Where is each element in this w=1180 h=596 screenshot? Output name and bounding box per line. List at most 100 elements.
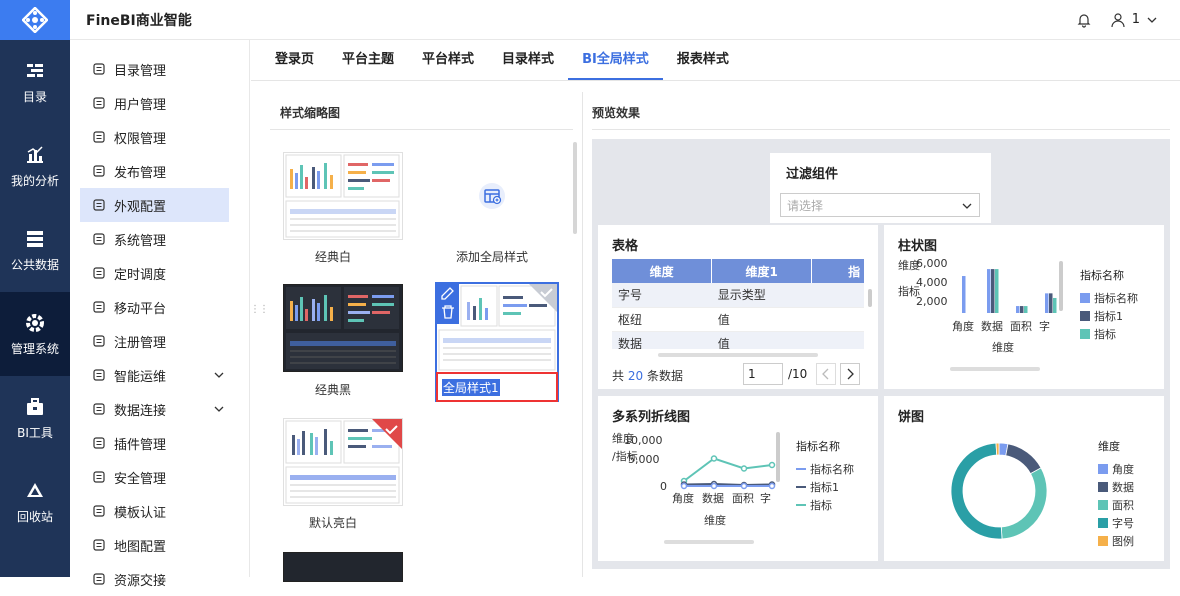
menu-item-label: 系统管理 <box>114 233 167 249</box>
legend-item[interactable]: 指标名称 <box>1080 289 1138 307</box>
rail-item-catalog[interactable]: 目录 <box>0 40 70 124</box>
chevron-down-icon <box>214 372 224 378</box>
y-tick-label: 2,000 <box>916 295 948 308</box>
bar-legend: 指标名称 指标名称 指标1 指标 <box>1080 267 1138 343</box>
template-icon <box>93 505 105 517</box>
tab-3[interactable]: 目录样式 <box>488 40 568 80</box>
y-tick-label: 10,000 <box>624 434 663 447</box>
edit-icon[interactable] <box>441 287 454 300</box>
brand-title: FineBI商业智能 <box>86 12 192 29</box>
style-thumbnails: 样式缩略图 经典白 添加全局样式 经典黑 全局样式1 默认亮白 <box>270 96 573 582</box>
filter-select[interactable]: 请选择 <box>780 193 980 217</box>
thumb-more[interactable] <box>283 552 403 582</box>
ops-icon <box>93 369 105 381</box>
prev-page-button[interactable] <box>816 363 836 385</box>
rail-item-analysis[interactable]: 我的分析 <box>0 124 70 208</box>
thumb-default-white[interactable] <box>283 418 403 506</box>
legend-item[interactable]: 图例 <box>1098 532 1134 550</box>
legend-title: 维度 <box>1098 440 1120 453</box>
tab-1[interactable]: 平台主题 <box>328 40 408 80</box>
menu-item-appearance[interactable]: 外观配置 <box>80 188 229 222</box>
rail-item-gear[interactable]: 管理系统 <box>0 292 70 376</box>
rail-item-toolbox[interactable]: BI工具 <box>0 376 70 460</box>
line-series <box>683 457 773 482</box>
bar-chart-widget: 柱状图 维度 指标 6,000 4,000 2,000 角度 数据 面积字维度 指标名称 指标名… <box>884 225 1164 389</box>
user-menu[interactable]: 1 <box>1110 12 1158 28</box>
menu-item-register[interactable]: 注册管理 <box>80 324 229 358</box>
filter-widget: 过滤组件 请选择 <box>770 153 991 223</box>
rail-item-recycle[interactable]: 回收站 <box>0 460 70 544</box>
x-tick-label: 角度 <box>672 491 694 505</box>
menu-item-mobile[interactable]: 移动平台 <box>80 290 229 324</box>
chevron-down-icon <box>962 203 972 209</box>
line-hscroll[interactable] <box>664 540 754 544</box>
rail-item-label: 公共数据 <box>10 257 59 272</box>
menu-item-label: 数据连接 <box>114 403 167 419</box>
bar <box>962 276 966 313</box>
table-vscroll[interactable] <box>868 289 872 307</box>
table-widget: 表格 维度 维度1 指 字号 显示类型 枢纽值 数据值 共 20 条数据 1 /10 <box>598 225 878 389</box>
menu-item-list[interactable]: 目录管理 <box>80 52 229 86</box>
x-tick-label: 面积 <box>732 492 754 505</box>
delete-icon[interactable] <box>442 305 454 319</box>
menu-item-timer[interactable]: 定时调度 <box>80 256 229 290</box>
menu-item-link[interactable]: 数据连接 <box>80 392 229 426</box>
add-global-style-button[interactable] <box>422 152 562 240</box>
legend-item[interactable]: 指标 <box>1080 325 1138 343</box>
legend-item[interactable]: 指标1 <box>1080 307 1138 325</box>
line-series <box>683 482 773 487</box>
menu-item-label: 目录管理 <box>114 63 167 79</box>
pie-slice <box>1000 467 1048 540</box>
public-data-icon <box>27 230 43 247</box>
style-tabs: 登录页 平台主题 平台样式 目录样式 BI全局样式 报表样式 <box>251 40 1180 81</box>
menu-item-handover[interactable]: 资源交接 <box>80 562 229 596</box>
tab-4[interactable]: BI全局样式 <box>568 40 663 80</box>
thumb-global-style-1[interactable]: 全局样式1 <box>435 282 559 402</box>
menu-item-shield[interactable]: 权限管理 <box>80 120 229 154</box>
line-chart-title: 多系列折线图 <box>612 410 691 425</box>
thumbnails-scrollbar[interactable] <box>573 142 577 234</box>
thumb-classic-black[interactable] <box>283 284 403 372</box>
legend-item[interactable]: 字号 <box>1098 514 1134 532</box>
y-tick-label: 4,000 <box>916 276 948 289</box>
app-logo[interactable] <box>0 0 70 40</box>
menu-item-security[interactable]: 安全管理 <box>80 460 229 494</box>
menu-item-user[interactable]: 用户管理 <box>80 86 229 120</box>
table-header: 维度 <box>612 259 713 283</box>
resize-handle[interactable]: ⋮⋮ <box>250 304 269 315</box>
legend-item[interactable]: 指标名称 <box>796 460 854 478</box>
bar <box>987 269 991 313</box>
menu-item-label: 模板认证 <box>114 505 167 521</box>
tab-5[interactable]: 报表样式 <box>663 40 743 80</box>
page-input[interactable]: 1 <box>743 363 783 385</box>
legend-item[interactable]: 指标 <box>796 496 854 514</box>
add-style-icon <box>479 183 505 209</box>
tab-0[interactable]: 登录页 <box>261 40 328 80</box>
menu-item-plugin[interactable]: 插件管理 <box>80 426 229 460</box>
line-vscroll[interactable] <box>776 432 780 482</box>
rail-item-public-data[interactable]: 公共数据 <box>0 208 70 292</box>
legend-item[interactable]: 数据 <box>1098 478 1134 496</box>
bell-icon[interactable] <box>1076 12 1092 28</box>
menu-item-template[interactable]: 模板认证 <box>80 494 229 528</box>
legend-item[interactable]: 面积 <box>1098 496 1134 514</box>
menu-item-ops[interactable]: 智能运维 <box>80 358 229 392</box>
thumb-classic-white[interactable] <box>283 152 403 240</box>
tab-2[interactable]: 平台样式 <box>408 40 488 80</box>
legend-item[interactable]: 角度 <box>1098 460 1134 478</box>
preview-title: 预览效果 <box>592 106 641 120</box>
style-name-input[interactable]: 全局样式1 <box>436 372 558 402</box>
thumb-caption-default-white: 默认亮白 <box>308 516 357 530</box>
menu-item-publish[interactable]: 发布管理 <box>80 154 229 188</box>
nav-rail: 目录 我的分析公共数据管理系统 BI工具 回收站 <box>0 0 70 577</box>
menu-item-settings[interactable]: 系统管理 <box>80 222 229 256</box>
table-hscroll[interactable] <box>658 353 818 357</box>
menu-item-label: 移动平台 <box>114 301 167 317</box>
bar <box>1016 306 1020 313</box>
thumbnails-title: 样式缩略图 <box>280 106 341 120</box>
legend-item[interactable]: 指标1 <box>796 478 854 496</box>
next-page-button[interactable] <box>840 363 860 385</box>
bar-vscroll[interactable] <box>1059 261 1063 311</box>
menu-item-map[interactable]: 地图配置 <box>80 528 229 562</box>
chevron-left-icon <box>822 368 829 380</box>
